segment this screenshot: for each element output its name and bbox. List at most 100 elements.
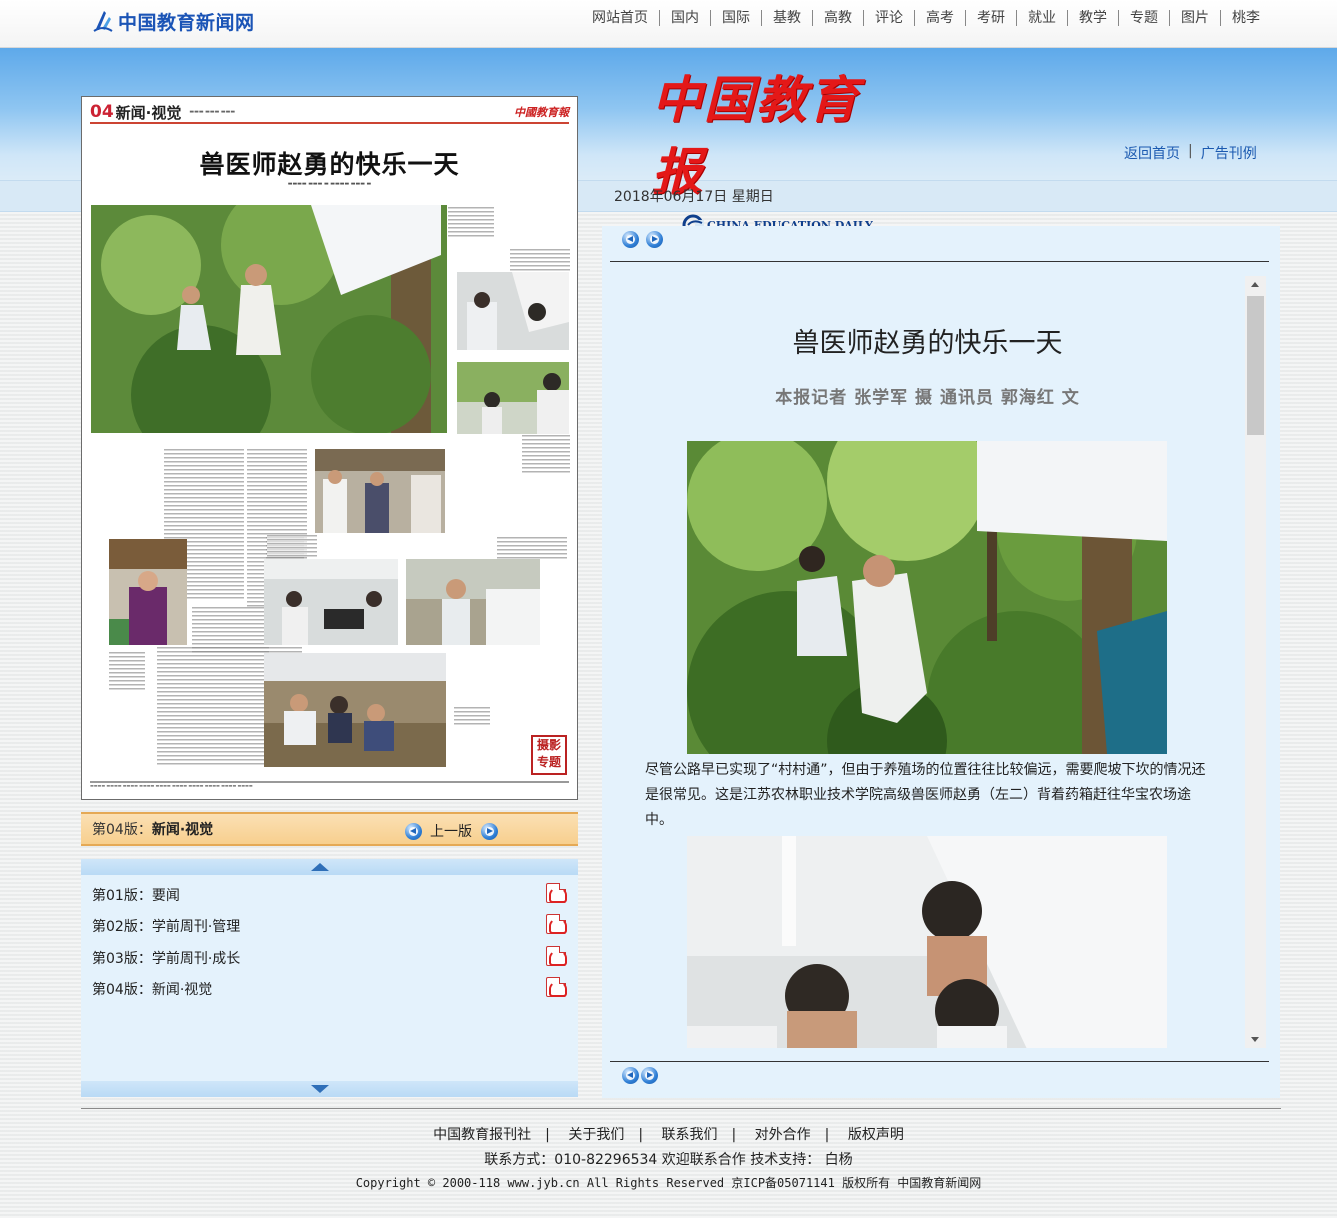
page-preview-byline: ▬▬▬▬ ▬▬▬ ▬ ▬▬▬▬ ▬▬▬ ▬ [287, 181, 372, 187]
preview-photo-6 [264, 559, 398, 645]
current-edition-bar: 第04版：新闻·视觉 上一版 [81, 812, 578, 846]
page-preview-stamp: 摄影专题 [531, 735, 567, 775]
current-edition-name: 新闻·视觉 [151, 822, 214, 838]
ad-rates-link[interactable]: 广告刊例 [1201, 143, 1257, 163]
article-toolbar-bottom [622, 1067, 658, 1084]
preview-text-block [522, 435, 570, 475]
edition-item-label[interactable]: 第04版：新闻·视觉 [92, 982, 212, 998]
article-panel: 兽医师赵勇的快乐一天 本报记者 张学军 摄 通讯员 郭海红 文 尽管公路早已实现… [602, 226, 1280, 1098]
scroll-up-arrow-icon[interactable] [81, 859, 578, 875]
nav-item-photos[interactable]: 图片 [1169, 10, 1220, 26]
nav-item-taoli[interactable]: 桃李 [1220, 10, 1271, 26]
edition-item[interactable]: 第03版：学前周刊·成长 [92, 946, 567, 968]
scrollbar-down-arrow-icon[interactable] [1245, 1032, 1266, 1048]
scrollbar-up-arrow-icon[interactable] [1245, 276, 1266, 292]
scroll-down-arrow-icon[interactable] [81, 1081, 578, 1097]
preview-text-block [157, 647, 269, 767]
pdf-icon[interactable] [546, 977, 567, 997]
next-arrow-icon[interactable] [481, 822, 498, 840]
next-article-icon[interactable] [641, 1067, 658, 1084]
preview-text-block [109, 652, 145, 692]
paper-logo: 中国教育报 CHINA EDUCATION DAILY [652, 64, 884, 236]
edition-item[interactable]: 第04版：新闻·视觉 [92, 977, 567, 999]
edition-list: 第01版：要闻 第02版：学前周刊·管理 第03版：学前周刊·成长 第04版：新… [81, 859, 578, 1097]
article-byline: 本报记者 张学军 摄 通讯员 郭海红 文 [775, 388, 1080, 408]
nav-item-basic-edu[interactable]: 基教 [761, 10, 812, 26]
page-preview-section: 新闻·视觉 [115, 103, 182, 122]
pdf-icon[interactable] [546, 914, 567, 934]
preview-photo-3 [457, 362, 569, 434]
article-photo-2 [687, 836, 1167, 1048]
preview-text-block [448, 207, 494, 239]
page-preview-brand: 中國教育報 [514, 106, 569, 119]
article-toolbar-top [622, 231, 663, 248]
nav-item-employment[interactable]: 就业 [1016, 10, 1067, 26]
page-preview-number: 04 [90, 102, 114, 122]
preview-text-block [454, 707, 490, 727]
page-preview-header: 04 新闻·视觉 ▬▬▬ ▬▬▬ ▬▬▬ 中國教育報 [90, 102, 569, 124]
nav-item-gaokao[interactable]: 高考 [914, 10, 965, 26]
footer-divider [81, 1108, 1281, 1109]
preview-photo-2 [457, 272, 569, 350]
preview-photo-5 [109, 539, 187, 645]
nav-item-home[interactable]: 网站首页 [581, 10, 659, 26]
page-preview-headline: 兽医师赵勇的快乐一天 [199, 150, 460, 179]
edition-item-label[interactable]: 第01版：要闻 [92, 888, 180, 904]
article-title: 兽医师赵勇的快乐一天 [792, 328, 1063, 359]
page-preview-image[interactable]: 04 新闻·视觉 ▬▬▬ ▬▬▬ ▬▬▬ 中國教育報 兽医师赵勇的快乐一天 ▬▬… [81, 96, 578, 800]
prev-arrow-icon[interactable] [405, 822, 422, 840]
site-logo[interactable]: 中国教育新闻网 [92, 7, 255, 35]
article-divider [610, 1061, 1269, 1062]
page-preview-editor-info: ▬▬▬ ▬▬▬ ▬▬▬ [189, 109, 236, 115]
article-scrollbar[interactable] [1245, 276, 1266, 1048]
pdf-icon[interactable] [546, 946, 567, 966]
footer-copyright: Copyright © 2000-118 www.jyb.cn All Righ… [355, 1176, 982, 1190]
article-photo-caption: 尽管公路早已实现了“村村通”，但由于养殖场的位置往往比较偏远，需要爬坡下坎的情况… [645, 762, 1206, 828]
issue-date: 2018年06月17日 星期日 [614, 189, 774, 205]
header-links: 返回首页 | 广告刊例 [1124, 143, 1257, 163]
footer-link-cooperation[interactable]: 对外合作 [755, 1127, 811, 1143]
preview-photo-8 [264, 653, 446, 767]
site-logo-icon [93, 11, 113, 32]
prev-article-icon[interactable] [622, 1067, 639, 1084]
preview-photo-7 [406, 559, 540, 645]
back-home-link[interactable]: 返回首页 [1124, 143, 1180, 163]
current-edition-label: 第04版：新闻·视觉 [92, 822, 214, 838]
next-article-icon[interactable] [646, 231, 663, 248]
footer-contact: 联系方式：010-82296534 欢迎联系合作 技术支持： 白杨 [484, 1152, 853, 1168]
scrollbar-thumb[interactable] [1247, 296, 1264, 435]
nav-item-higher-edu[interactable]: 高教 [812, 10, 863, 26]
footer-link-about[interactable]: 关于我们 [568, 1127, 624, 1143]
article-divider [610, 261, 1269, 262]
top-nav: 网站首页 国内 国际 基教 高教 评论 高考 考研 就业 教学 专题 图片 桃李 [581, 10, 1271, 26]
edition-item-label[interactable]: 第02版：学前周刊·管理 [92, 919, 240, 935]
article-content: 兽医师赵勇的快乐一天 本报记者 张学军 摄 通讯员 郭海红 文 尽管公路早已实现… [612, 276, 1243, 1048]
edition-item[interactable]: 第01版：要闻 [92, 883, 567, 905]
preview-text-block [267, 535, 317, 557]
pdf-icon[interactable] [546, 883, 567, 903]
prev-edition-control[interactable]: 上一版 [405, 821, 498, 841]
edition-item[interactable]: 第02版：学前周刊·管理 [92, 914, 567, 936]
nav-item-domestic[interactable]: 国内 [659, 10, 710, 26]
header-link-separator: | [1188, 143, 1193, 159]
preview-photo-4 [315, 449, 445, 533]
footer-link-copyright[interactable]: 版权声明 [848, 1127, 904, 1143]
prev-edition-link[interactable]: 上一版 [430, 821, 472, 841]
site-logo-text: 中国教育新闻网 [118, 11, 255, 34]
nav-item-commentary[interactable]: 评论 [863, 10, 914, 26]
footer-link-contact[interactable]: 联系我们 [662, 1127, 718, 1143]
preview-text-block [510, 249, 570, 271]
top-bar: 中国教育新闻网 网站首页 国内 国际 基教 高教 评论 高考 考研 就业 教学 … [0, 0, 1337, 48]
nav-item-teaching[interactable]: 教学 [1067, 10, 1118, 26]
prev-article-icon[interactable] [622, 231, 639, 248]
footer-links: 中国教育报刊社 | 关于我们 | 联系我们 | 对外合作 | 版权声明 [433, 1127, 904, 1143]
nav-item-international[interactable]: 国际 [710, 10, 761, 26]
page-preview-footer: ▬▬▬▬ ▬▬▬▬ ▬▬▬▬ ▬▬▬▬ ▬▬▬▬ ▬▬▬▬ ▬▬▬▬ ▬▬▬▬ … [90, 781, 569, 791]
article-photo-1 [687, 441, 1167, 754]
preview-text-block [497, 537, 567, 559]
preview-photo-main [91, 205, 447, 433]
nav-item-topics[interactable]: 专题 [1118, 10, 1169, 26]
footer-link-publisher[interactable]: 中国教育报刊社 [433, 1127, 531, 1143]
edition-item-label[interactable]: 第03版：学前周刊·成长 [92, 951, 240, 967]
nav-item-postgrad[interactable]: 考研 [965, 10, 1016, 26]
